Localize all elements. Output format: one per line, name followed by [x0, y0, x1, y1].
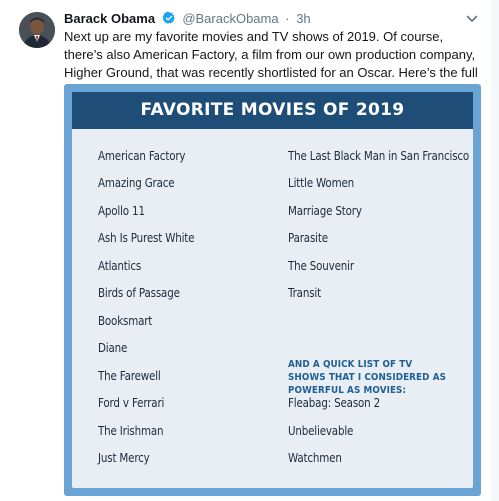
- chevron-down-icon[interactable]: [465, 12, 479, 26]
- movie-title: Amazing Grace: [98, 176, 175, 190]
- scrollbar-track[interactable]: [491, 0, 499, 501]
- movie-title: Just Mercy: [98, 451, 150, 465]
- tweet[interactable]: Barack Obama @BarackObama · 3h Next up a…: [0, 0, 499, 501]
- author-name[interactable]: Barack Obama: [64, 11, 155, 26]
- movie-title: American Factory: [98, 149, 186, 163]
- avatar[interactable]: [19, 12, 55, 48]
- avatar-image: [19, 12, 55, 48]
- movie-title: Ash Is Purest White: [98, 231, 195, 245]
- movie-title: Birds of Passage: [98, 286, 180, 300]
- movie-title: Ford v Ferrari: [98, 396, 165, 410]
- tv-shows-list: Fleabag: Season 2 Unbelievable Watchmen: [288, 92, 473, 488]
- movie-title: Atlantics: [98, 259, 142, 273]
- tweet-header: Barack Obama @BarackObama · 3h: [64, 11, 311, 27]
- tv-show-title: Watchmen: [288, 451, 342, 465]
- movie-list-card: FAVORITE MOVIES OF 2019 American Factory…: [72, 92, 473, 488]
- tv-show-title: Unbelievable: [288, 424, 354, 438]
- tv-show-title: Fleabag: Season 2: [288, 396, 381, 410]
- movies-left-column: American Factory Amazing Grace Apollo 11…: [98, 92, 278, 488]
- movie-title: Apollo 11: [98, 204, 145, 218]
- verified-badge-icon: [162, 11, 176, 29]
- tweet-timestamp[interactable]: 3h: [296, 11, 310, 26]
- author-handle[interactable]: @BarackObama: [182, 11, 278, 26]
- header-separator: ·: [285, 11, 290, 26]
- movie-title: The Farewell: [98, 369, 161, 383]
- movie-title: Booksmart: [98, 314, 153, 328]
- movie-title: Diane: [98, 341, 128, 355]
- movie-title: The Irishman: [98, 424, 164, 438]
- tweet-image[interactable]: FAVORITE MOVIES OF 2019 American Factory…: [64, 84, 481, 496]
